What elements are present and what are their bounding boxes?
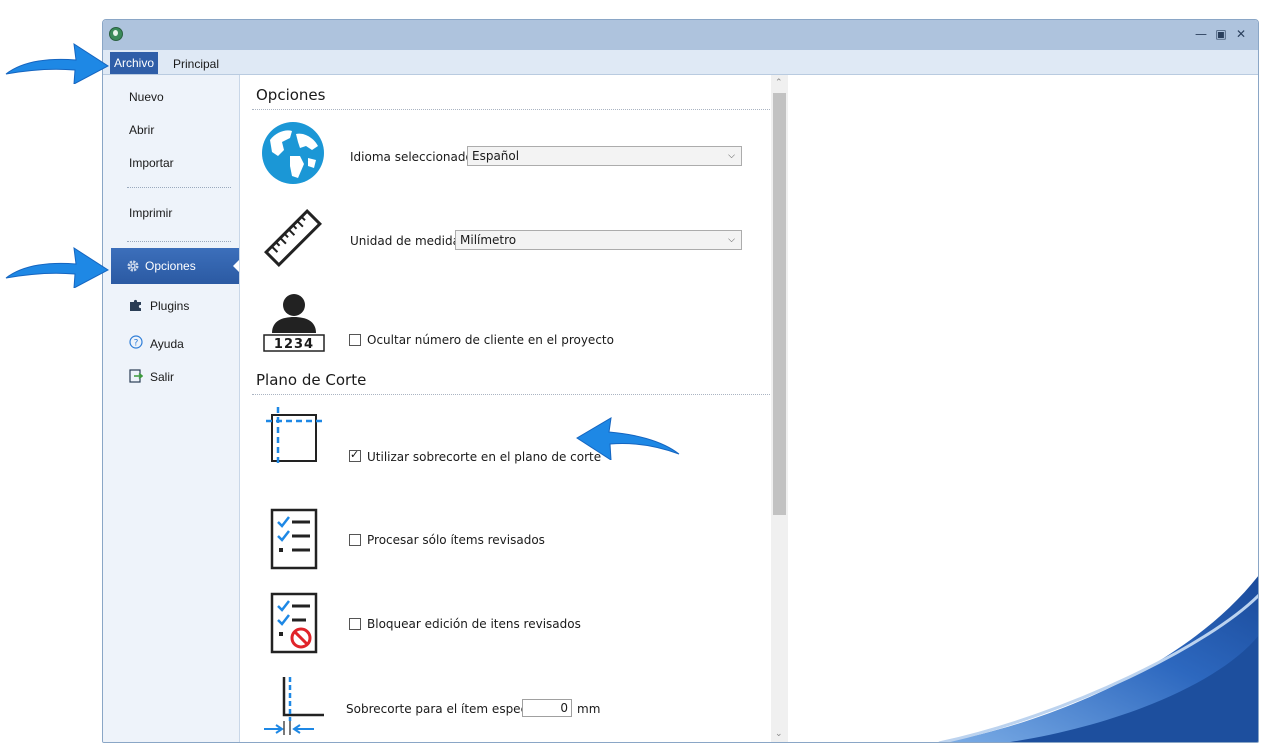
unidad-select[interactable]: Milímetro ⌵ xyxy=(455,230,742,250)
ocultar-cliente-checkbox[interactable] xyxy=(349,334,361,346)
cliente-badge-number: 1234 xyxy=(273,337,315,352)
checklist-icon xyxy=(270,508,318,570)
procesar-label: Procesar sólo ítems revisados xyxy=(367,533,545,547)
minimize-icon[interactable]: — xyxy=(1193,26,1209,42)
scroll-thumb[interactable] xyxy=(773,93,786,515)
nav-nuevo[interactable]: Nuevo xyxy=(129,90,164,104)
section-divider xyxy=(252,394,772,395)
procesar-checkbox[interactable] xyxy=(349,534,361,546)
nav-separator xyxy=(127,187,231,188)
tutorial-arrow-sobrecorte-icon xyxy=(576,417,680,460)
trim-corner-icon xyxy=(266,407,322,463)
maximize-icon[interactable]: ▣ xyxy=(1213,26,1229,42)
bloquear-label: Bloquear edición de itens revisados xyxy=(367,617,581,631)
tab-archivo[interactable]: Archivo xyxy=(110,52,159,74)
chevron-down-icon: ⌵ xyxy=(728,151,735,161)
puzzle-icon xyxy=(130,299,141,311)
unidad-label: Unidad de medida: xyxy=(350,234,464,248)
close-icon[interactable]: ✕ xyxy=(1233,26,1249,42)
idioma-select[interactable]: Español ⌵ xyxy=(467,146,742,166)
app-logo-icon xyxy=(109,27,123,41)
scroll-down-icon[interactable]: ⌄ xyxy=(775,729,783,739)
ribbon-tabs: Archivo Principal xyxy=(103,50,1258,75)
idioma-label: Idioma seleccionado: xyxy=(350,150,477,164)
especial-label: Sobrecorte para el ítem especial xyxy=(346,702,542,716)
section-title-opciones: Opciones xyxy=(256,86,326,104)
ocultar-cliente-label: Ocultar número de cliente en el proyecto xyxy=(367,333,614,347)
checklist-blocked-icon xyxy=(270,592,318,654)
nav-plugins[interactable]: Plugins xyxy=(150,299,189,313)
globe-icon xyxy=(262,122,324,184)
ruler-icon xyxy=(264,209,322,267)
help-circle-icon: ? xyxy=(129,335,143,349)
tab-principal[interactable]: Principal xyxy=(173,52,219,74)
idioma-value: Español xyxy=(472,149,520,163)
nav-opciones-label: Opciones xyxy=(145,259,196,273)
nav-salir[interactable]: Salir xyxy=(150,370,174,384)
title-bar: — ▣ ✕ xyxy=(103,20,1258,50)
decorative-swoosh xyxy=(938,576,1258,742)
backstage-nav: Nuevo Abrir Importar Imprimir Opciones P… xyxy=(103,75,240,742)
tutorial-arrow-opciones-icon xyxy=(5,246,109,288)
especial-input[interactable]: 0 xyxy=(522,699,572,717)
options-scrollbar[interactable]: ⌃ ⌄ xyxy=(771,75,788,742)
unidad-value: Milímetro xyxy=(460,233,517,247)
scroll-up-icon[interactable]: ⌃ xyxy=(775,78,783,88)
options-pane: Opciones Idioma seleccionado: Español ⌵ … xyxy=(240,75,788,742)
nav-ayuda[interactable]: Ayuda xyxy=(150,337,184,351)
especial-unit: mm xyxy=(577,702,601,716)
sobrecorte-label: Utilizar sobrecorte en el plano de corte xyxy=(367,450,602,464)
nav-imprimir[interactable]: Imprimir xyxy=(129,206,172,220)
sobrecorte-checkbox[interactable] xyxy=(349,448,361,462)
nav-opciones[interactable]: Opciones xyxy=(111,248,239,284)
tutorial-arrow-archivo-icon xyxy=(5,42,109,84)
gear-icon xyxy=(127,260,139,272)
bloquear-checkbox[interactable] xyxy=(349,618,361,630)
exit-icon xyxy=(129,369,143,383)
app-window: — ▣ ✕ Archivo Principal Nuevo Abrir Impo… xyxy=(102,19,1259,743)
section-divider xyxy=(252,109,772,110)
nav-separator xyxy=(127,241,231,242)
section-title-plano: Plano de Corte xyxy=(256,371,367,389)
nav-abrir[interactable]: Abrir xyxy=(129,123,154,137)
svg-text:?: ? xyxy=(134,339,139,349)
chevron-down-icon: ⌵ xyxy=(728,235,735,245)
special-trim-icon xyxy=(264,677,324,735)
nav-importar[interactable]: Importar xyxy=(129,156,174,170)
